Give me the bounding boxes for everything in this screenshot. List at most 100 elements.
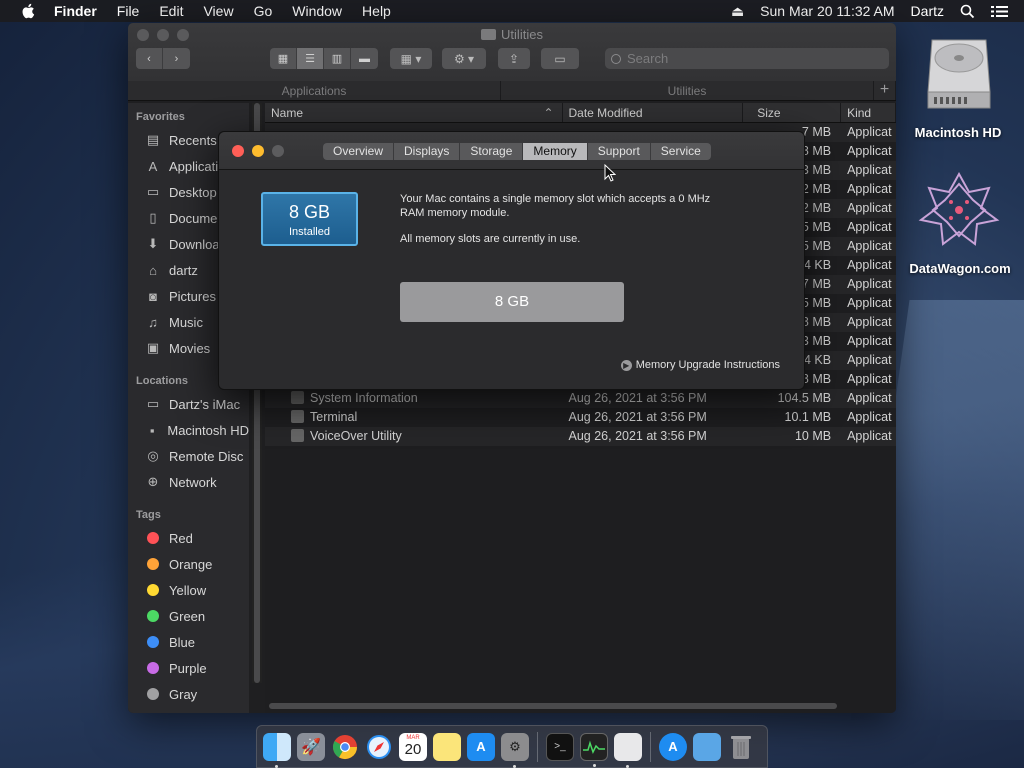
dock-script-editor-icon[interactable]	[614, 732, 642, 768]
document-icon: ▯	[149, 210, 157, 225]
sidebar-tag-green[interactable]: Green	[128, 603, 249, 629]
tab-memory[interactable]: Memory	[523, 143, 588, 160]
tab-storage[interactable]: Storage	[460, 143, 524, 160]
menu-go[interactable]: Go	[254, 3, 273, 19]
cell-kind: Applicat	[847, 163, 892, 177]
table-row[interactable]: System Information Aug 26, 2021 at 3:56 P…	[265, 389, 896, 408]
eject-icon[interactable]: ⏏	[731, 3, 744, 20]
desktop-icon: ▭	[146, 184, 160, 199]
tab-support[interactable]: Support	[587, 143, 651, 160]
dock-separator	[650, 731, 651, 762]
tag-color-dot	[147, 688, 159, 700]
gallery-view-button[interactable]: ▬	[351, 48, 378, 69]
table-row[interactable]: VoiceOver Utility Aug 26, 2021 at 3:56 PM…	[265, 427, 896, 446]
music-note-icon: ♫	[148, 314, 158, 330]
dock-app-store-2-icon[interactable]: A	[659, 732, 687, 761]
cell-kind: Applicat	[847, 125, 892, 139]
share-button[interactable]: ⇪	[498, 48, 530, 69]
tab-displays[interactable]: Displays	[394, 143, 461, 160]
column-header-size[interactable]: Size	[743, 103, 842, 122]
dock-downloads-folder-icon[interactable]	[693, 732, 721, 761]
minimize-button[interactable]	[252, 145, 264, 157]
tab-utilities[interactable]: Utilities	[501, 81, 874, 100]
tab-service[interactable]: Service	[650, 143, 711, 160]
cell-date: Aug 26, 2021 at 3:56 PM	[568, 391, 707, 405]
desktop-icon-label-macintosh-hd[interactable]: Macintosh HD	[908, 125, 1008, 140]
column-header-kind[interactable]: Kind	[841, 103, 896, 122]
cell-date: Aug 26, 2021 at 3:56 PM	[568, 429, 707, 443]
back-forward-buttons: ‹ ›	[136, 48, 190, 69]
installed-memory-label: Installed	[289, 226, 330, 238]
spotlight-search-icon[interactable]	[960, 4, 975, 19]
close-button[interactable]	[232, 145, 244, 157]
new-tab-button[interactable]: +	[874, 81, 896, 100]
computer-icon: ▭	[146, 396, 160, 411]
forward-button[interactable]: ›	[163, 48, 190, 69]
cell-kind: Applicat	[847, 429, 892, 443]
cell-name: VoiceOver Utility	[265, 427, 563, 446]
cell-name: Terminal	[265, 408, 563, 427]
back-button[interactable]: ‹	[136, 48, 163, 69]
menu-window[interactable]: Window	[292, 3, 342, 19]
column-header-date[interactable]: Date Modified	[563, 103, 744, 122]
datawagon-logo-icon[interactable]	[915, 170, 1003, 250]
hard-drive-icon[interactable]	[924, 34, 994, 114]
sidebar-item-imac[interactable]: ▭ Dartz's iMac	[128, 391, 249, 417]
group-button[interactable]: ▦ ▾	[390, 48, 432, 69]
menu-help[interactable]: Help	[362, 3, 391, 19]
sidebar-item-network[interactable]: ⊕ Network	[128, 469, 249, 495]
dock-system-preferences-icon[interactable]: ⚙	[501, 732, 529, 768]
menu-app-finder[interactable]: Finder	[54, 3, 97, 19]
list-header: Name ⌃ Date Modified Size Kind	[265, 103, 896, 123]
dock-safari-icon[interactable]	[365, 733, 393, 761]
dock-terminal-icon[interactable]: >_	[546, 732, 574, 761]
cell-kind: Applicat	[847, 277, 892, 291]
sidebar-tag-gray[interactable]: Gray	[128, 681, 249, 707]
sidebar-tag-orange[interactable]: Orange	[128, 551, 249, 577]
zoom-button[interactable]	[272, 145, 284, 157]
sidebar-tag-blue[interactable]: Blue	[128, 629, 249, 655]
tab-applications[interactable]: Applications	[128, 81, 501, 100]
search-field[interactable]	[605, 48, 889, 69]
column-header-name[interactable]: Name ⌃	[265, 103, 563, 122]
tag-color-dot	[147, 558, 159, 570]
dock-finder-icon[interactable]	[263, 732, 291, 768]
download-icon: ⬇	[147, 236, 159, 251]
notification-center-icon[interactable]	[991, 5, 1008, 18]
tags-button[interactable]: ▭	[541, 48, 579, 69]
icon-view-button[interactable]: ▦	[270, 48, 297, 69]
column-view-button[interactable]: ▥	[324, 48, 351, 69]
menu-edit[interactable]: Edit	[159, 3, 183, 19]
cell-size: 10 MB	[794, 429, 832, 443]
dock-calendar-icon[interactable]: MAR 20	[399, 732, 427, 761]
list-view-button[interactable]: ☰	[297, 48, 324, 69]
sidebar-item-remote-disc[interactable]: ◎ Remote Disc	[128, 443, 249, 469]
dock-notes-icon[interactable]	[433, 732, 461, 761]
sidebar-tag-red[interactable]: Red	[128, 525, 249, 551]
tab-overview[interactable]: Overview	[323, 143, 395, 160]
menu-clock[interactable]: Sun Mar 20 11:32 AM	[760, 3, 894, 19]
table-row[interactable]: Terminal Aug 26, 2021 at 3:56 PM 10.1 MB Ap…	[265, 408, 896, 427]
sidebar-tag-yellow[interactable]: Yellow	[128, 577, 249, 603]
dock-app-store-icon[interactable]: A	[467, 732, 495, 761]
clock-icon: ▤	[146, 132, 160, 147]
memory-upgrade-link[interactable]: ▶ Memory Upgrade Instructions	[620, 359, 780, 371]
dock-trash-icon[interactable]	[727, 733, 755, 761]
dock-launchpad-icon[interactable]: 🚀	[297, 732, 325, 761]
menu-view[interactable]: View	[203, 3, 233, 19]
horizontal-scrollbar[interactable]	[269, 703, 837, 709]
sidebar-item-macintosh-hd[interactable]: ▪ Macintosh HD	[128, 417, 249, 443]
sidebar-tag-purple[interactable]: Purple	[128, 655, 249, 681]
dock-activity-monitor-icon[interactable]	[580, 732, 608, 767]
menu-file[interactable]: File	[117, 3, 140, 19]
action-gear-button[interactable]: ⚙ ▾	[442, 48, 486, 69]
sidebar-section-favorites: Favorites	[136, 111, 185, 123]
apple-menu-icon[interactable]	[20, 2, 38, 20]
desktop-icon-label-datawagon[interactable]: DataWagon.com	[900, 261, 1020, 276]
menu-user[interactable]: Dartz	[911, 3, 944, 19]
tag-color-dot	[147, 584, 159, 596]
search-input[interactable]	[627, 51, 867, 66]
memory-slot-bar: 8 GB	[400, 282, 624, 322]
dock-chrome-icon[interactable]	[331, 733, 359, 761]
tag-color-dot	[147, 662, 159, 674]
